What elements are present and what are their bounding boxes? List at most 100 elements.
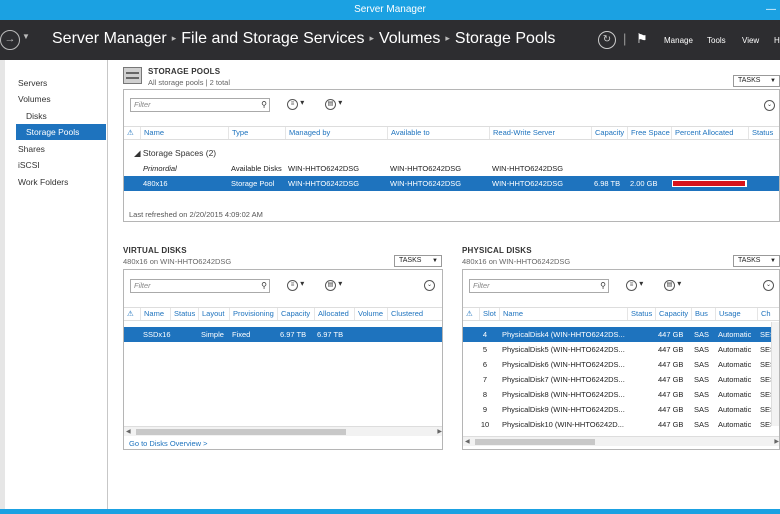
scrollbar-thumb[interactable]: [136, 429, 346, 435]
column-header-capacity[interactable]: Capacity: [591, 127, 627, 139]
history-dropdown-icon[interactable]: ▼: [22, 32, 30, 41]
search-icon[interactable]: ⚲: [600, 280, 606, 292]
column-header-usage[interactable]: Usage: [715, 308, 757, 320]
table-row[interactable]: 5 PhysicalDisk5 (WIN-HHTO6242DS... 447 GB S…: [463, 342, 771, 357]
table-row[interactable]: 8 PhysicalDisk8 (WIN-HHTO6242DS... 447 GB S…: [463, 387, 771, 402]
table-row[interactable]: 10 PhysicalDisk10 (WIN-HHTO6242D... 447 GB…: [463, 417, 771, 432]
column-header-managed-by[interactable]: Managed by: [285, 127, 387, 139]
column-header-slot[interactable]: Slot: [479, 308, 499, 320]
table-row[interactable]: 7 PhysicalDisk7 (WIN-HHTO6242DS... 447 GB S…: [463, 372, 771, 387]
vertical-scrollbar[interactable]: [771, 322, 779, 426]
scrollbar-thumb[interactable]: [475, 439, 595, 445]
expand-icon[interactable]: ⌄: [763, 280, 774, 291]
warning-icon[interactable]: ⚠: [463, 308, 479, 320]
filter-options-button[interactable]: ≡ ▾: [287, 279, 311, 293]
search-icon[interactable]: ⚲: [261, 99, 267, 111]
column-header-provisioning[interactable]: Provisioning: [229, 308, 277, 320]
column-header-available-to[interactable]: Available to: [387, 127, 489, 139]
window-controls[interactable]: —: [766, 0, 776, 20]
search-icon[interactable]: ⚲: [261, 280, 267, 292]
go-to-disks-overview-link[interactable]: Go to Disks Overview >: [129, 439, 208, 448]
sidebar-item-iscsi[interactable]: iSCSI: [18, 157, 40, 173]
horizontal-scrollbar[interactable]: ◀ ▶: [124, 426, 442, 437]
scroll-left-icon[interactable]: ◀: [465, 437, 470, 447]
column-header-read-write-server[interactable]: Read-Write Server: [489, 127, 591, 139]
warning-icon[interactable]: ⚠: [124, 127, 140, 139]
column-header-name[interactable]: Name: [499, 308, 627, 320]
column-header-name[interactable]: Name: [140, 308, 170, 320]
scroll-right-icon[interactable]: ▶: [437, 427, 442, 437]
cell-slot: 5: [482, 345, 488, 354]
table-row-selected[interactable]: 4 PhysicalDisk4 (WIN-HHTO6242DS... 447 GB S…: [463, 327, 771, 342]
sidebar-item-disks[interactable]: Disks: [26, 108, 47, 124]
virtual-disks-filter-input[interactable]: Filter ⚲: [130, 279, 270, 293]
virtual-disks-tasks-button[interactable]: TASKS ▼: [394, 255, 442, 267]
column-header-percent-allocated[interactable]: Percent Allocated: [671, 127, 748, 139]
column-header-allocated[interactable]: Allocated: [314, 308, 354, 320]
warning-icon[interactable]: ⚠: [124, 308, 140, 320]
column-header-status[interactable]: Status: [627, 308, 655, 320]
tasks-label: TASKS: [399, 257, 422, 264]
column-header-layout[interactable]: Layout: [198, 308, 229, 320]
cell-rw-server: WIN-HHTO6242DSG: [492, 179, 564, 188]
flag-icon[interactable]: ⚑: [636, 31, 648, 47]
column-header-clustered[interactable]: Clustered: [387, 308, 442, 320]
refresh-icon[interactable]: ↻: [598, 31, 616, 49]
filter-placeholder: Filter: [134, 281, 151, 290]
breadcrumb-item[interactable]: Storage Pools: [455, 30, 556, 47]
breadcrumb-item[interactable]: Volumes: [379, 30, 440, 47]
physical-disks-tasks-button[interactable]: TASKS ▼: [733, 255, 780, 267]
save-query-button[interactable]: ▤ ▾: [664, 279, 688, 293]
save-query-button[interactable]: ▤ ▾: [325, 98, 349, 112]
menu-view[interactable]: View: [742, 36, 759, 45]
column-header-type[interactable]: Type: [228, 127, 285, 139]
scroll-right-icon[interactable]: ▶: [774, 437, 779, 447]
filter-options-button[interactable]: ≡ ▾: [626, 279, 650, 293]
sidebar-item-servers[interactable]: Servers: [18, 75, 47, 91]
sidebar-item-work-folders[interactable]: Work Folders: [18, 174, 68, 190]
column-header-bus[interactable]: Bus: [691, 308, 715, 320]
storage-pools-tasks-button[interactable]: TASKS ▼: [733, 75, 780, 87]
cell-type: Available Disks: [231, 164, 282, 173]
column-header-status[interactable]: Status: [170, 308, 198, 320]
column-header-status[interactable]: Status: [748, 127, 779, 139]
column-header-free-space[interactable]: Free Space: [627, 127, 671, 139]
storage-pools-panel: Filter ⚲ ≡ ▾ ▤ ▾ ⌄ ⚠ Name Type Managed by…: [123, 89, 780, 222]
column-header-capacity[interactable]: Capacity: [277, 308, 314, 320]
physical-disks-filter-input[interactable]: Filter ⚲: [469, 279, 609, 293]
menu-tools[interactable]: Tools: [707, 36, 726, 45]
virtual-disks-title: VIRTUAL DISKS: [123, 246, 187, 255]
cell-chassis: SES: [760, 420, 771, 429]
column-header-capacity[interactable]: Capacity: [655, 308, 691, 320]
breadcrumb-item[interactable]: Server Manager: [52, 30, 167, 47]
breadcrumb-item[interactable]: File and Storage Services: [181, 30, 364, 47]
sidebar-item-shares[interactable]: Shares: [18, 141, 45, 157]
group-header[interactable]: ◢ Storage Spaces (2): [134, 148, 216, 159]
sidebar-item-volumes[interactable]: Volumes: [18, 91, 51, 107]
expand-icon[interactable]: ⌄: [424, 280, 435, 291]
filter-options-button[interactable]: ≡ ▾: [287, 98, 311, 112]
save-query-button[interactable]: ▤ ▾: [325, 279, 349, 293]
back-arrow-icon[interactable]: →: [0, 30, 20, 50]
storage-pools-filter-input[interactable]: Filter ⚲: [130, 98, 270, 112]
column-header-chassis[interactable]: Cha: [757, 308, 771, 320]
column-header-volume[interactable]: Volume: [354, 308, 387, 320]
sidebar-item-storage-pools[interactable]: Storage Pools: [16, 124, 106, 140]
cell-available-to: WIN-HHTO6242DSG: [390, 164, 462, 173]
table-row-selected[interactable]: 480x16 Storage Pool WIN-HHTO6242DSG WIN-…: [124, 176, 779, 191]
virtual-disks-subtitle: 480x16 on WIN-HHTO6242DSG: [123, 257, 232, 266]
physical-disks-header: ⚠ Slot Name Status Capacity Bus Usage Ch…: [463, 307, 779, 321]
column-header-name[interactable]: Name: [140, 127, 228, 139]
menu-help[interactable]: H: [774, 36, 780, 45]
expand-icon[interactable]: ⌄: [764, 100, 775, 111]
cell-free-space: 2.00 GB: [630, 179, 658, 188]
table-row[interactable]: 9 PhysicalDisk9 (WIN-HHTO6242DS... 447 GB S…: [463, 402, 771, 417]
table-row-selected[interactable]: SSDx16 Simple Fixed 6.97 TB 6.97 TB: [124, 327, 442, 342]
collapse-icon: ◢: [134, 148, 143, 158]
cell-usage: Automatic: [718, 375, 752, 384]
menu-manage[interactable]: Manage: [664, 36, 693, 45]
horizontal-scrollbar[interactable]: ◀ ▶: [463, 436, 779, 447]
table-row[interactable]: 6 PhysicalDisk6 (WIN-HHTO6242DS... 447 GB S…: [463, 357, 771, 372]
table-row[interactable]: Primordial Available Disks WIN-HHTO6242D…: [124, 161, 779, 176]
scroll-left-icon[interactable]: ◀: [126, 427, 131, 437]
